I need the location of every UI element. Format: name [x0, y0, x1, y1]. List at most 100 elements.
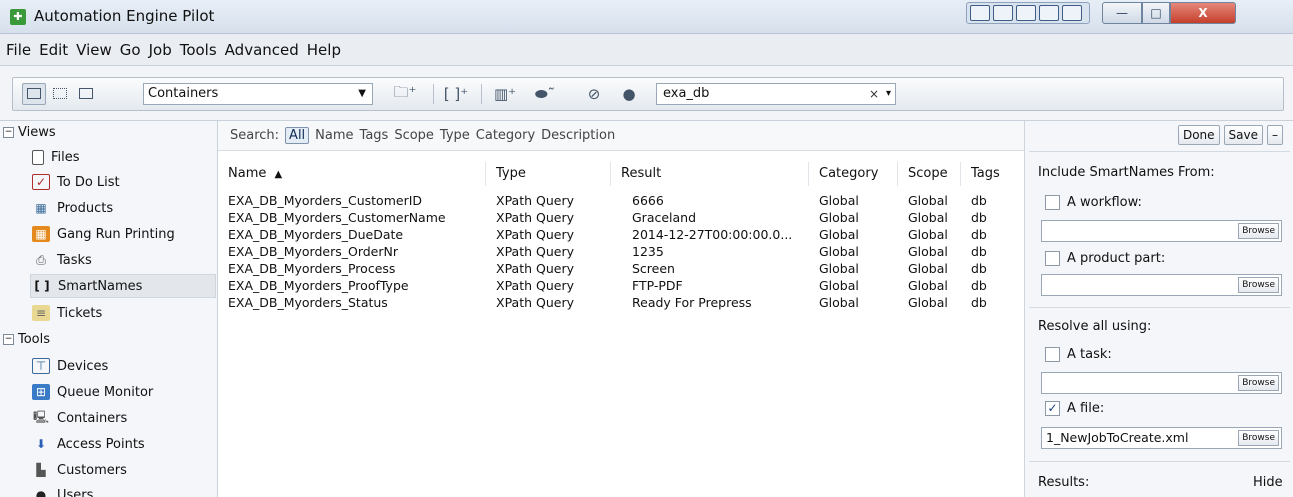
menu-edit[interactable]: Edit: [39, 41, 68, 59]
panel-tool-icon[interactable]: [1039, 5, 1059, 21]
add-chart-icon[interactable]: ▥⁺: [489, 82, 521, 106]
cell-scope: Global: [908, 278, 948, 293]
hide-results-link[interactable]: Hide: [1253, 475, 1283, 490]
monitor-tool-icon[interactable]: [993, 5, 1013, 21]
minimize-button[interactable]: —: [1102, 2, 1142, 24]
search-input[interactable]: exa_db × ▾: [656, 83, 896, 105]
sidebar-item-access-points[interactable]: ⬇ Access Points: [30, 432, 216, 456]
sidebar-item-devices[interactable]: ⊤ Devices: [30, 354, 216, 378]
table-row[interactable]: EXA_DB_Myorders_ProofType XPath Query FT…: [218, 277, 1024, 294]
table-row[interactable]: EXA_DB_Myorders_DueDate XPath Query 2014…: [218, 226, 1024, 243]
tools-group[interactable]: − Tools: [3, 329, 50, 349]
sidebar-item-gang-run-printing[interactable]: ▦ Gang Run Printing: [30, 222, 216, 246]
collapse-icon[interactable]: −: [3, 333, 14, 345]
sidebar-item-tasks[interactable]: ⎙ Tasks: [30, 248, 216, 272]
column-header-scope[interactable]: Scope: [898, 162, 961, 186]
task-checkbox[interactable]: [1045, 347, 1060, 362]
browse-workflow-button[interactable]: Browse: [1238, 223, 1279, 239]
sidebar-item-queue-monitor[interactable]: ⊞ Queue Monitor: [30, 380, 216, 404]
filter-description[interactable]: Description: [541, 128, 615, 143]
maximize-button[interactable]: □: [1142, 2, 1170, 24]
task-field[interactable]: Browse: [1041, 372, 1282, 394]
menu-advanced[interactable]: Advanced: [225, 41, 299, 59]
table-row[interactable]: EXA_DB_Myorders_Status XPath Query Ready…: [218, 294, 1024, 311]
filter-name[interactable]: Name: [315, 128, 353, 143]
file-field[interactable]: 1_NewJobToCreate.xml Browse: [1041, 427, 1282, 449]
file-checkbox[interactable]: ✓: [1045, 401, 1060, 416]
chevron-down-icon: ▼: [358, 88, 366, 99]
cell-category: Global: [819, 278, 859, 293]
filter-type[interactable]: Type: [440, 128, 470, 143]
devices-icon: ⊤: [32, 358, 50, 374]
info-icon[interactable]: ●: [618, 82, 640, 106]
menu-tools[interactable]: Tools: [180, 41, 217, 59]
window-view-button[interactable]: [74, 83, 98, 105]
search-filter-bar: Search: All Name Tags Scope Type Categor…: [218, 121, 1024, 151]
tag-icon[interactable]: ⬬˜: [528, 82, 562, 106]
menu-job[interactable]: Job: [149, 41, 172, 59]
container-select[interactable]: Containers ▼: [143, 83, 373, 105]
sidebar-item-tickets[interactable]: ≡ Tickets: [30, 301, 216, 325]
panel-actions: Done Save –: [1177, 125, 1283, 145]
filter-tags[interactable]: Tags: [360, 128, 389, 143]
views-group[interactable]: − Views: [3, 122, 56, 142]
layout-tool-icon[interactable]: [1016, 5, 1036, 21]
close-button[interactable]: X: [1170, 2, 1236, 24]
table-row[interactable]: EXA_DB_Myorders_CustomerID XPath Query 6…: [218, 192, 1024, 209]
column-header-type[interactable]: Type: [486, 162, 611, 186]
clear-icon[interactable]: ×: [869, 84, 879, 104]
table-row[interactable]: EXA_DB_Myorders_CustomerName XPath Query…: [218, 209, 1024, 226]
more-button[interactable]: –: [1267, 125, 1283, 145]
filter-all[interactable]: All: [285, 127, 310, 144]
sidebar-item-products[interactable]: ▦ Products: [30, 196, 216, 220]
sidebar-item-smartnames[interactable]: [ ] SmartNames: [30, 274, 216, 298]
column-header-label: Tags: [971, 166, 1000, 181]
record-tool-icon[interactable]: [1062, 5, 1082, 21]
save-button[interactable]: Save: [1223, 125, 1263, 145]
chevron-down-icon[interactable]: ▾: [886, 84, 891, 104]
column-header-label: Type: [496, 166, 526, 181]
file-icon: [32, 149, 44, 165]
column-header-name[interactable]: Name ▲: [218, 162, 486, 186]
menu-file[interactable]: File: [6, 41, 31, 59]
sidebar-item-users[interactable]: ● Users: [30, 483, 216, 497]
column-header-tags[interactable]: Tags: [961, 162, 1024, 186]
table-row[interactable]: EXA_DB_Myorders_OrderNr XPath Query 1235…: [218, 243, 1024, 260]
collapse-icon[interactable]: −: [3, 126, 14, 138]
cell-tags: db: [971, 244, 987, 259]
browse-task-button[interactable]: Browse: [1238, 375, 1279, 391]
table-row[interactable]: EXA_DB_Myorders_Process XPath Query Scre…: [218, 260, 1024, 277]
list-view-button[interactable]: [22, 83, 46, 105]
filter-scope[interactable]: Scope: [394, 128, 434, 143]
new-folder-icon[interactable]: 🗀⁺: [388, 82, 422, 106]
stop-icon[interactable]: ⊘: [583, 82, 605, 106]
include-smartnames-label: Include SmartNames From:: [1038, 165, 1215, 180]
sidebar-item-label: Tickets: [57, 305, 103, 321]
new-smartname-icon[interactable]: [ ]⁺: [441, 82, 471, 106]
browse-product-part-button[interactable]: Browse: [1238, 277, 1279, 293]
product-part-label: A product part:: [1067, 251, 1166, 266]
sidebar-item-containers[interactable]: 🖳 Containers: [30, 406, 216, 430]
grid-view-button[interactable]: [48, 83, 72, 105]
screen-tool-icon[interactable]: [970, 5, 990, 21]
resolve-label: Resolve all using:: [1038, 319, 1152, 334]
workflow-checkbox[interactable]: [1045, 195, 1060, 210]
search-filter-label: Search:: [230, 128, 280, 143]
filter-category[interactable]: Category: [476, 128, 535, 143]
done-button[interactable]: Done: [1177, 125, 1220, 145]
workflow-field[interactable]: Browse: [1041, 220, 1282, 242]
product-part-field[interactable]: Browse: [1041, 274, 1282, 296]
menu-view[interactable]: View: [76, 41, 112, 59]
product-part-checkbox[interactable]: [1045, 251, 1060, 266]
menu-help[interactable]: Help: [307, 41, 341, 59]
browse-file-button[interactable]: Browse: [1238, 430, 1279, 446]
cell-name: EXA_DB_Myorders_CustomerID: [228, 193, 423, 208]
sidebar-item-files[interactable]: Files: [30, 145, 216, 169]
table-header: Name ▲ Type Result Category Scope Tags: [218, 162, 1024, 186]
sidebar-item-to-do-list[interactable]: ✓ To Do List: [30, 170, 216, 194]
column-header-category[interactable]: Category: [809, 162, 898, 186]
sidebar-item-customers[interactable]: ▙ Customers: [30, 458, 216, 482]
window-title: Automation Engine Pilot: [34, 7, 215, 25]
column-header-result[interactable]: Result: [611, 162, 809, 186]
menu-go[interactable]: Go: [120, 41, 141, 59]
